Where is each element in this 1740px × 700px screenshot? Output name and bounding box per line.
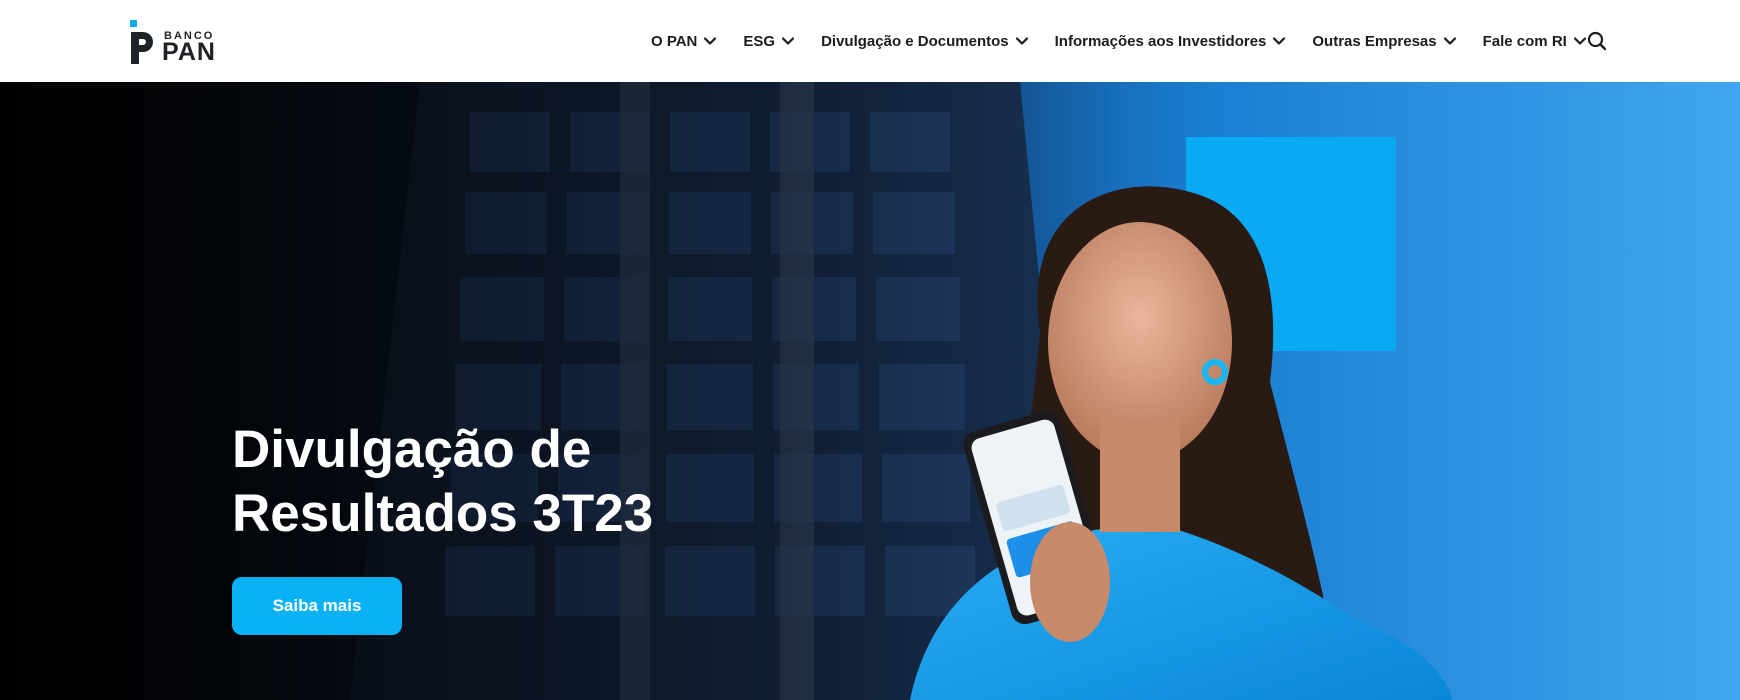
site-header: BANCO PAN O PAN ESG Divulgação e Documen… — [0, 0, 1740, 82]
pan-logo-mark — [130, 20, 153, 64]
chevron-down-icon — [1015, 37, 1028, 45]
chevron-down-icon — [704, 37, 717, 45]
nav-item-informacoes-investidores[interactable]: Informações aos Investidores — [1055, 33, 1287, 50]
logo-name-text: PAN — [162, 38, 216, 66]
banco-pan-logo[interactable]: BANCO PAN — [130, 20, 220, 66]
hero-title: Divulgação de Resultados 3T23 — [232, 418, 752, 546]
nav-item-label: ESG — [743, 32, 776, 50]
main-nav: O PAN ESG Divulgação e Documentos Inform… — [651, 29, 1613, 53]
search-button[interactable] — [1586, 30, 1608, 52]
nav-item-divulgacao-documentos[interactable]: Divulgação e Documentos — [821, 33, 1029, 50]
hero-title-line-1: Divulgação de — [232, 420, 592, 479]
nav-item-o-pan[interactable]: O PAN — [651, 33, 717, 50]
nav-item-outras-empresas[interactable]: Outras Empresas — [1312, 33, 1456, 50]
nav-item-esg[interactable]: ESG — [743, 33, 795, 50]
nav-item-label: Divulgação e Documentos — [821, 32, 1009, 50]
nav-item-label: Informações aos Investidores — [1054, 32, 1267, 50]
chevron-down-icon — [781, 37, 795, 45]
search-icon — [1587, 31, 1607, 51]
hero-banner: Divulgação de Resultados 3T23 Saiba mais — [0, 82, 1740, 700]
chevron-down-icon — [1273, 37, 1286, 45]
chevron-down-icon — [1573, 37, 1586, 45]
chevron-down-icon — [1443, 37, 1456, 45]
nav-item-label: Fale com RI — [1482, 32, 1567, 50]
hero-title-line-2: Resultados 3T23 — [232, 484, 654, 543]
nav-item-label: O PAN — [651, 32, 698, 50]
saiba-mais-button[interactable]: Saiba mais — [232, 577, 402, 635]
nav-item-label: Outras Empresas — [1312, 32, 1437, 50]
nav-item-fale-com-ri[interactable]: Fale com RI — [1483, 33, 1587, 50]
